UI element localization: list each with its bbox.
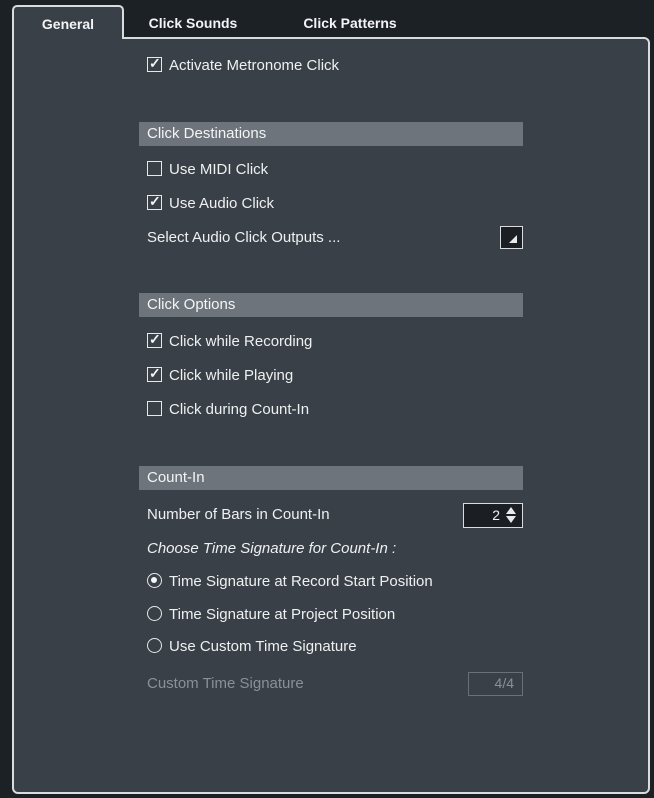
bars-in-count-in-label: Number of Bars in Count-In	[147, 506, 330, 523]
radio-unselected-icon	[147, 606, 162, 621]
radio-custom-time-signature-label: Use Custom Time Signature	[169, 638, 357, 655]
click-while-playing-label: Click while Playing	[169, 367, 294, 384]
checkbox-checked-icon: ✓	[147, 331, 162, 348]
checkbox-checked-icon: ✓	[147, 365, 162, 382]
use-midi-click-label: Use MIDI Click	[169, 161, 269, 178]
use-audio-click-checkbox[interactable]: ✓ Use Audio Click	[147, 193, 274, 215]
dropdown-corner-icon	[509, 235, 517, 243]
radio-record-start-position[interactable]: Time Signature at Record Start Position	[147, 571, 433, 593]
stepper-arrows-icon[interactable]	[506, 506, 516, 524]
select-audio-outputs-button[interactable]	[500, 226, 523, 249]
checkbox-checked-icon: ✓	[147, 193, 162, 210]
radio-project-position-label: Time Signature at Project Position	[169, 606, 396, 623]
radio-custom-time-signature[interactable]: Use Custom Time Signature	[147, 636, 357, 658]
click-during-count-in-checkbox[interactable]: Click during Count-In	[147, 399, 309, 421]
activate-metronome-checkbox[interactable]: ✓ Activate Metronome Click	[147, 55, 339, 77]
radio-selected-icon	[147, 573, 162, 588]
radio-unselected-icon	[147, 638, 162, 653]
use-audio-click-label: Use Audio Click	[169, 195, 275, 212]
checkbox-unchecked-icon	[147, 161, 162, 176]
radio-project-position[interactable]: Time Signature at Project Position	[147, 604, 395, 626]
checkbox-checked-icon: ✓	[147, 55, 162, 72]
radio-record-start-position-label: Time Signature at Record Start Position	[169, 573, 433, 590]
custom-time-signature-field[interactable]: 4/4	[468, 672, 523, 696]
bars-count-stepper[interactable]: 2	[463, 503, 523, 528]
section-header-click-destinations: Click Destinations	[139, 122, 523, 146]
select-audio-outputs-label: Select Audio Click Outputs ...	[147, 229, 341, 246]
click-while-recording-checkbox[interactable]: ✓ Click while Recording	[147, 331, 312, 353]
click-while-playing-checkbox[interactable]: ✓ Click while Playing	[147, 365, 293, 387]
click-during-count-in-label: Click during Count-In	[169, 401, 310, 418]
checkbox-unchecked-icon	[147, 401, 162, 416]
custom-time-signature-label: Custom Time Signature	[147, 675, 304, 692]
section-header-click-options: Click Options	[139, 293, 523, 317]
activate-metronome-label: Activate Metronome Click	[169, 57, 340, 74]
use-midi-click-checkbox[interactable]: Use MIDI Click	[147, 159, 268, 181]
section-header-count-in: Count-In	[139, 466, 523, 490]
click-while-recording-label: Click while Recording	[169, 333, 313, 350]
time-signature-heading: Choose Time Signature for Count-In :	[147, 540, 397, 557]
bars-count-value: 2	[492, 507, 500, 523]
